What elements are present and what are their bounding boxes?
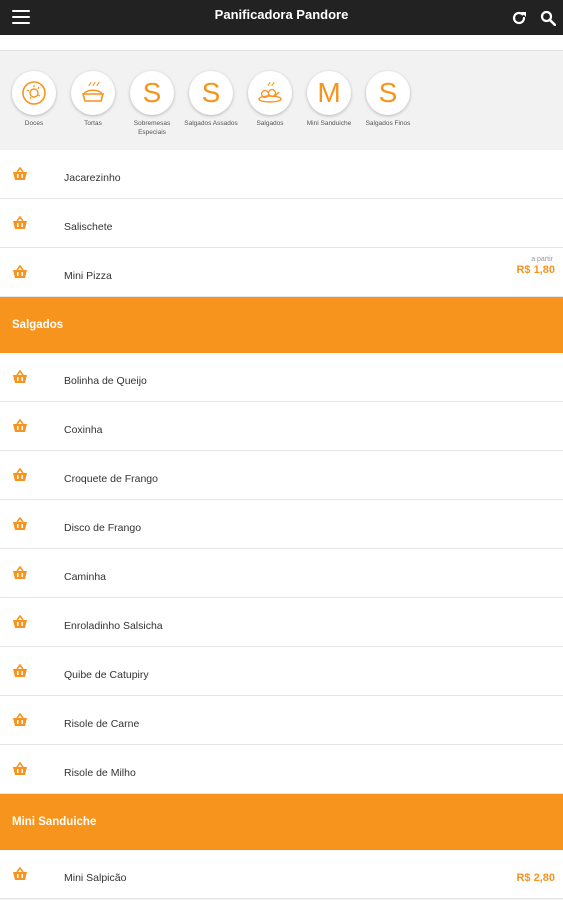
list-item[interactable]: Enroladinho Salsicha <box>0 598 563 647</box>
app-title: Panificadora Pandore <box>214 7 349 22</box>
category-label: Mini Sanduiche <box>306 120 352 127</box>
list-item[interactable]: Bolinha de Queijo <box>0 353 563 402</box>
savory-icon <box>248 71 292 115</box>
donut-icon <box>12 71 56 115</box>
basket-icon[interactable] <box>12 867 28 881</box>
basket-icon[interactable] <box>12 370 28 384</box>
letter-s-icon: S <box>130 71 174 115</box>
product-name: Quibe de Catupiry <box>64 669 149 681</box>
section-header-mini-sanduiche: Mini Sanduiche <box>0 794 563 850</box>
basket-icon[interactable] <box>12 468 28 482</box>
basket-icon[interactable] <box>12 517 28 531</box>
list-item[interactable]: Salischete <box>0 199 563 248</box>
pie-icon <box>71 71 115 115</box>
list-item[interactable]: Mini Pizza a partir R$ 1,80 <box>0 248 563 297</box>
previous-row-edge <box>0 35 563 51</box>
category-label: Tortas <box>84 120 102 127</box>
basket-icon[interactable] <box>12 615 28 629</box>
product-list: Jacarezinho Salischete Mini Pizza a part… <box>0 150 563 899</box>
basket-icon[interactable] <box>12 566 28 580</box>
product-name: Salischete <box>64 221 113 233</box>
product-name: Jacarezinho <box>64 172 121 184</box>
price-prefix: a partir <box>531 256 553 263</box>
category-label: Doces <box>24 120 44 127</box>
category-label: Salgados <box>256 120 284 127</box>
basket-icon[interactable] <box>12 762 28 776</box>
basket-icon[interactable] <box>12 419 28 433</box>
category-tortas[interactable]: Tortas <box>63 71 123 128</box>
basket-icon[interactable] <box>12 167 28 181</box>
category-doces[interactable]: Doces <box>4 71 64 128</box>
basket-icon[interactable] <box>12 265 28 279</box>
category-carousel: Doces Tortas S Sobremesas Especiais S Sa… <box>0 35 563 148</box>
letter-s-icon: S <box>189 71 233 115</box>
category-label: Salgados Finos <box>365 120 411 127</box>
product-price: R$ 2,80 <box>516 872 555 884</box>
category-label: Salgados Assados <box>184 120 238 127</box>
list-item[interactable]: Caminha <box>0 549 563 598</box>
product-name: Coxinha <box>64 424 103 436</box>
letter-m-icon: M <box>307 71 351 115</box>
letter-s-icon: S <box>366 71 410 115</box>
product-name: Risole de Milho <box>64 767 136 779</box>
product-name: Disco de Frango <box>64 522 142 534</box>
list-item[interactable]: Croquete de Frango <box>0 451 563 500</box>
product-name: Croquete de Frango <box>64 473 158 485</box>
list-item[interactable]: Risole de Carne <box>0 696 563 745</box>
list-item[interactable]: Disco de Frango <box>0 500 563 549</box>
app-bar: Panificadora Pandore <box>0 0 563 35</box>
product-name: Risole de Carne <box>64 718 140 730</box>
basket-icon[interactable] <box>12 216 28 230</box>
search-icon[interactable] <box>540 10 556 26</box>
list-item[interactable]: Quibe de Catupiry <box>0 647 563 696</box>
basket-icon[interactable] <box>12 713 28 727</box>
category-salgados-assados[interactable]: S Salgados Assados <box>181 71 241 128</box>
basket-icon[interactable] <box>12 664 28 678</box>
product-name: Caminha <box>64 571 107 583</box>
list-item[interactable]: Coxinha <box>0 402 563 451</box>
refresh-icon[interactable] <box>511 10 527 26</box>
section-header-salgados: Salgados <box>0 297 563 353</box>
list-item[interactable]: Risole de Milho <box>0 745 563 794</box>
list-item[interactable]: Mini Salpicão R$ 2,80 <box>0 850 563 899</box>
product-name: Mini Salpicão <box>64 872 127 884</box>
product-price: R$ 1,80 <box>516 264 555 276</box>
category-sobremesas-especiais[interactable]: S Sobremesas Especiais <box>122 71 182 137</box>
list-item[interactable]: Jacarezinho <box>0 150 563 199</box>
product-name: Bolinha de Queijo <box>64 375 147 387</box>
category-salgados-finos[interactable]: S Salgados Finos <box>358 71 418 128</box>
product-name: Enroladinho Salsicha <box>64 620 163 632</box>
category-mini-sanduiche[interactable]: M Mini Sanduiche <box>299 71 359 128</box>
product-name: Mini Pizza <box>64 270 112 282</box>
category-salgados[interactable]: Salgados <box>240 71 300 128</box>
category-label: Sobremesas Especiais <box>133 120 171 136</box>
